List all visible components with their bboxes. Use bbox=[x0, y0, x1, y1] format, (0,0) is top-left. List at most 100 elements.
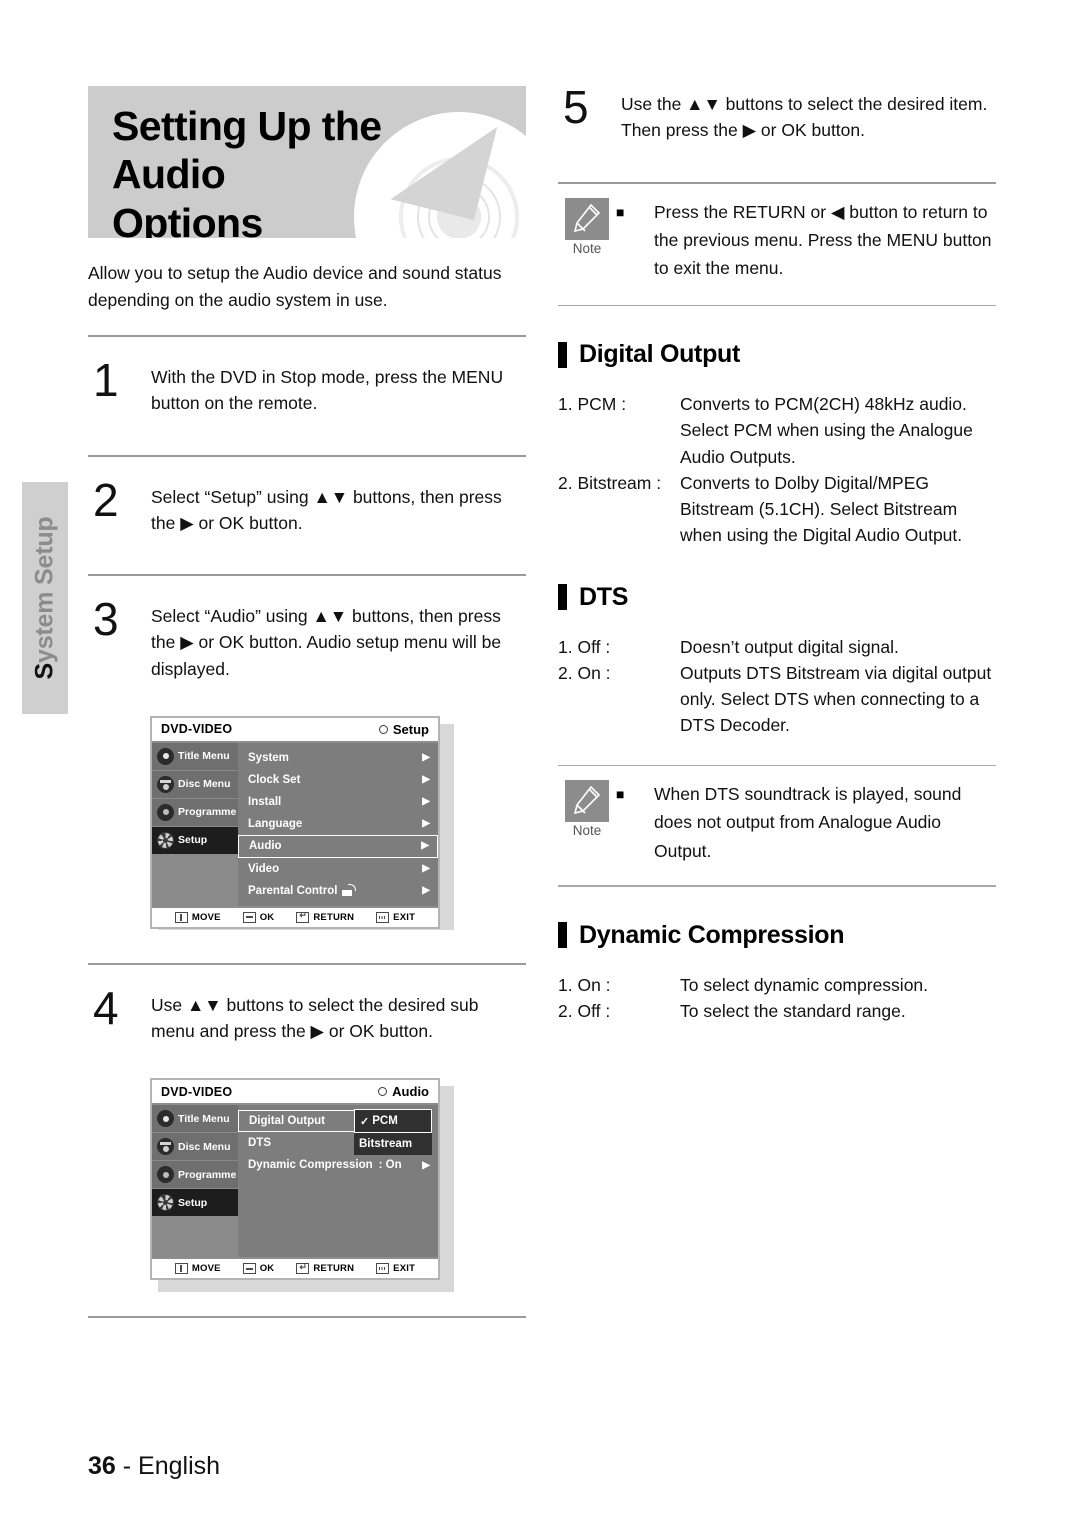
definition-list-dts: 1. Off : Doesn’t output digital signal. … bbox=[558, 634, 996, 739]
sidebar-item-label: Title Menu bbox=[178, 750, 230, 763]
osd-button-ok[interactable]: OK bbox=[242, 1263, 275, 1275]
enter-button-icon bbox=[242, 911, 256, 923]
definition-row: 1. PCM : Converts to PCM(2CH) 48kHz audi… bbox=[558, 391, 996, 470]
definition-description: To select the standard range. bbox=[680, 1000, 906, 1021]
menu-row-label: Language bbox=[248, 817, 303, 830]
menu-row-label: Clock Set bbox=[248, 773, 301, 786]
menu-row-dynamic-compression[interactable]: Dynamic Compression : On ▶ bbox=[238, 1154, 438, 1176]
osd-button-ok[interactable]: OK bbox=[242, 911, 275, 923]
osd-button-label: EXIT bbox=[393, 1263, 416, 1275]
dropdown-option-bitstream[interactable]: Bitstream bbox=[354, 1133, 432, 1156]
dropdown-option-label: Bitstream bbox=[359, 1138, 413, 1151]
side-tab-rest: ystem Setup bbox=[30, 516, 59, 663]
chevron-right-icon: ▶ bbox=[421, 840, 429, 852]
osd-button-exit[interactable]: EXIT bbox=[376, 911, 416, 923]
chevron-right-icon: ▶ bbox=[422, 773, 430, 785]
sidebar-item-label: Title Menu bbox=[178, 1112, 230, 1125]
sidebar-item-label: Programme bbox=[178, 1168, 237, 1181]
osd-setup-button-bar: MOVE OK RETURN EXIT bbox=[152, 905, 438, 927]
osd-button-move[interactable]: MOVE bbox=[174, 911, 221, 923]
osd-button-return[interactable]: RETURN bbox=[296, 1262, 354, 1275]
osd-audio-frame: DVD-VIDEO Audio Title Menu Disc Menu Pro… bbox=[150, 1078, 440, 1281]
step-5: 5 Use the ▲▼ buttons to select the desir… bbox=[558, 81, 996, 160]
osd-sidebar: Title Menu Disc Menu Programme Setup bbox=[152, 742, 238, 906]
menu-row-audio[interactable]: Audio ▶ bbox=[238, 834, 438, 858]
menu-row-value: : On bbox=[378, 1159, 402, 1172]
page-footer: 36 - English bbox=[88, 1452, 220, 1481]
dropdown-option-pcm[interactable]: ✓ PCM bbox=[354, 1109, 432, 1134]
menu-row-digital-output[interactable]: Digital Output bbox=[238, 1110, 356, 1133]
menu-row-label: Dynamic Compression bbox=[248, 1159, 373, 1172]
return-button-icon bbox=[296, 910, 310, 923]
osd-audio-titlebar: DVD-VIDEO Audio bbox=[152, 1080, 438, 1106]
chevron-right-icon: ▶ bbox=[422, 817, 430, 829]
sidebar-item-programme[interactable]: Programme bbox=[152, 1161, 238, 1190]
section-heading-dts: DTS bbox=[558, 583, 996, 612]
osd-button-label: OK bbox=[259, 1263, 275, 1275]
menu-row-parental-control[interactable]: Parental Control ▶ bbox=[238, 880, 438, 902]
step-1-number: 1 bbox=[93, 354, 119, 407]
enter-button-icon bbox=[242, 1263, 256, 1275]
definition-term: 1. On : bbox=[558, 974, 611, 995]
section-title: Digital Output bbox=[579, 340, 741, 369]
sidebar-item-setup[interactable]: Setup bbox=[152, 826, 238, 855]
sidebar-item-programme[interactable]: Programme bbox=[152, 798, 238, 827]
circle-icon bbox=[378, 724, 388, 734]
definition-row: 2. Off : To select the standard range. bbox=[558, 998, 996, 1024]
sidebar-item-disc-menu[interactable]: Disc Menu bbox=[152, 1133, 238, 1162]
divider bbox=[558, 885, 996, 887]
page-title-line2: Options bbox=[112, 199, 263, 238]
sidebar-item-disc-menu[interactable]: Disc Menu bbox=[152, 770, 238, 799]
definition-list-dynamic-compression: 1. On : To select dynamic compression. 2… bbox=[558, 972, 996, 1025]
definition-term: 1. Off : bbox=[558, 636, 611, 657]
unlocked-padlock-icon bbox=[342, 883, 357, 896]
osd-button-move[interactable]: MOVE bbox=[174, 1263, 221, 1275]
osd-button-label: EXIT bbox=[393, 911, 416, 923]
osd-button-label: MOVE bbox=[191, 1263, 221, 1275]
menu-row-clock-set[interactable]: Clock Set ▶ bbox=[238, 769, 438, 791]
note-text: When DTS soundtrack is played, sound doe… bbox=[654, 784, 962, 861]
page-number: 36 bbox=[88, 1452, 116, 1480]
osd-button-return[interactable]: RETURN bbox=[296, 910, 354, 923]
dropdown-option-label: PCM bbox=[372, 1115, 398, 1128]
definition-row: 2. On : Outputs DTS Bitstream via digita… bbox=[558, 660, 996, 739]
osd-audio-button-bar: MOVE OK RETURN EXIT bbox=[152, 1257, 438, 1279]
sidebar-item-setup[interactable]: Setup bbox=[152, 1189, 238, 1218]
step-3-number: 3 bbox=[93, 593, 119, 646]
sidebar-item-label: Setup bbox=[178, 1196, 208, 1209]
definition-description: Outputs DTS Bitstream via digital output… bbox=[680, 662, 992, 736]
osd-screen-name-label: Audio bbox=[392, 1084, 429, 1100]
menu-row-install[interactable]: Install ▶ bbox=[238, 791, 438, 813]
osd-setup-titlebar: DVD-VIDEO Setup bbox=[152, 717, 438, 743]
menu-row-label: Parental Control bbox=[248, 884, 338, 897]
section-heading-dynamic-compression: Dynamic Compression bbox=[558, 921, 996, 950]
digital-output-dropdown: ✓ PCM Bitstream bbox=[354, 1109, 432, 1156]
programme-disc-icon bbox=[157, 1166, 174, 1184]
menu-row-video[interactable]: Video ▶ bbox=[238, 858, 438, 880]
definition-term: 2. Off : bbox=[558, 1000, 611, 1021]
definition-list-digital-output: 1. PCM : Converts to PCM(2CH) 48kHz audi… bbox=[558, 391, 996, 549]
osd-screen-name: Setup bbox=[378, 722, 429, 737]
sidebar-item-title-menu[interactable]: Title Menu bbox=[152, 742, 238, 771]
menu-row-label: Video bbox=[248, 862, 280, 875]
intro-paragraph: Allow you to setup the Audio device and … bbox=[88, 263, 502, 310]
section-title: DTS bbox=[579, 582, 629, 611]
divider bbox=[558, 304, 996, 307]
osd-brand-label: DVD-VIDEO bbox=[161, 1084, 233, 1099]
menu-row-label: Install bbox=[248, 795, 282, 808]
step-4-number: 4 bbox=[93, 981, 119, 1034]
menu-row-system[interactable]: System ▶ bbox=[238, 747, 438, 769]
definition-term: 2. Bitstream : bbox=[558, 472, 662, 493]
step-5-number: 5 bbox=[563, 81, 589, 133]
gear-icon bbox=[157, 1194, 174, 1212]
sidebar-item-title-menu[interactable]: Title Menu bbox=[152, 1105, 238, 1134]
step-4-text: Use ▲▼ buttons to select the desired sub… bbox=[151, 994, 479, 1042]
definition-description: To select dynamic compression. bbox=[680, 974, 929, 995]
pencil-icon bbox=[565, 197, 609, 240]
updown-button-icon bbox=[174, 1263, 188, 1275]
menu-row-language[interactable]: Language ▶ bbox=[238, 813, 438, 835]
exit-button-icon bbox=[376, 911, 390, 923]
osd-button-exit[interactable]: EXIT bbox=[376, 1263, 416, 1275]
page-title-line1: Setting Up the Audio bbox=[112, 103, 382, 198]
section-bar-marker bbox=[558, 341, 567, 368]
